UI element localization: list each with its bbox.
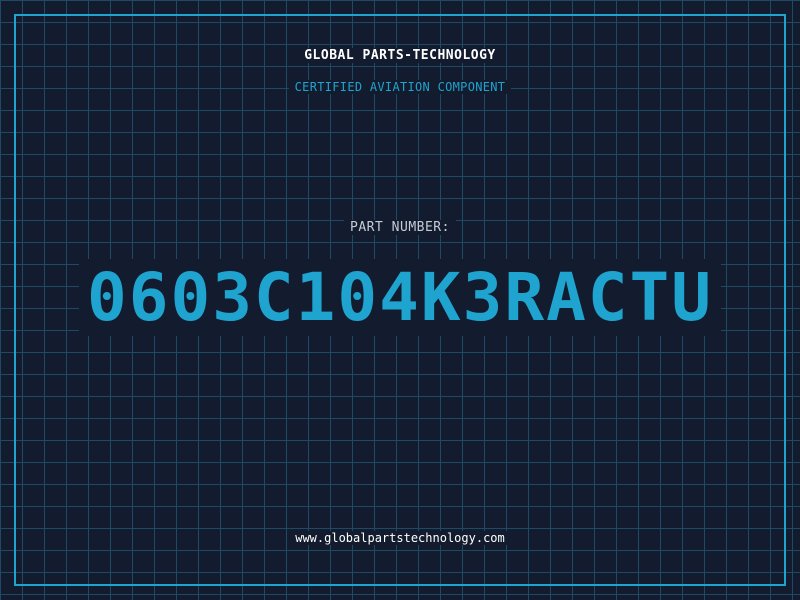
part-number-label-text: PART NUMBER: bbox=[344, 220, 456, 235]
certificate-card: GLOBAL PARTS-TECHNOLOGY CERTIFIED AVIATI… bbox=[0, 0, 800, 600]
website-link-text[interactable]: www.globalpartstechnology.com bbox=[289, 531, 511, 545]
company-name: GLOBAL PARTS-TECHNOLOGY bbox=[0, 48, 800, 63]
tagline: CERTIFIED AVIATION COMPONENT bbox=[0, 80, 800, 94]
part-number-value: 0603C104K3RACTU bbox=[78, 259, 722, 336]
company-name-text: GLOBAL PARTS-TECHNOLOGY bbox=[298, 48, 502, 63]
website-link[interactable]: www.globalpartstechnology.com bbox=[0, 531, 800, 545]
tagline-text: CERTIFIED AVIATION COMPONENT bbox=[288, 80, 512, 94]
part-number: 0603C104K3RACTU bbox=[0, 259, 800, 336]
part-number-label: PART NUMBER: bbox=[0, 220, 800, 235]
